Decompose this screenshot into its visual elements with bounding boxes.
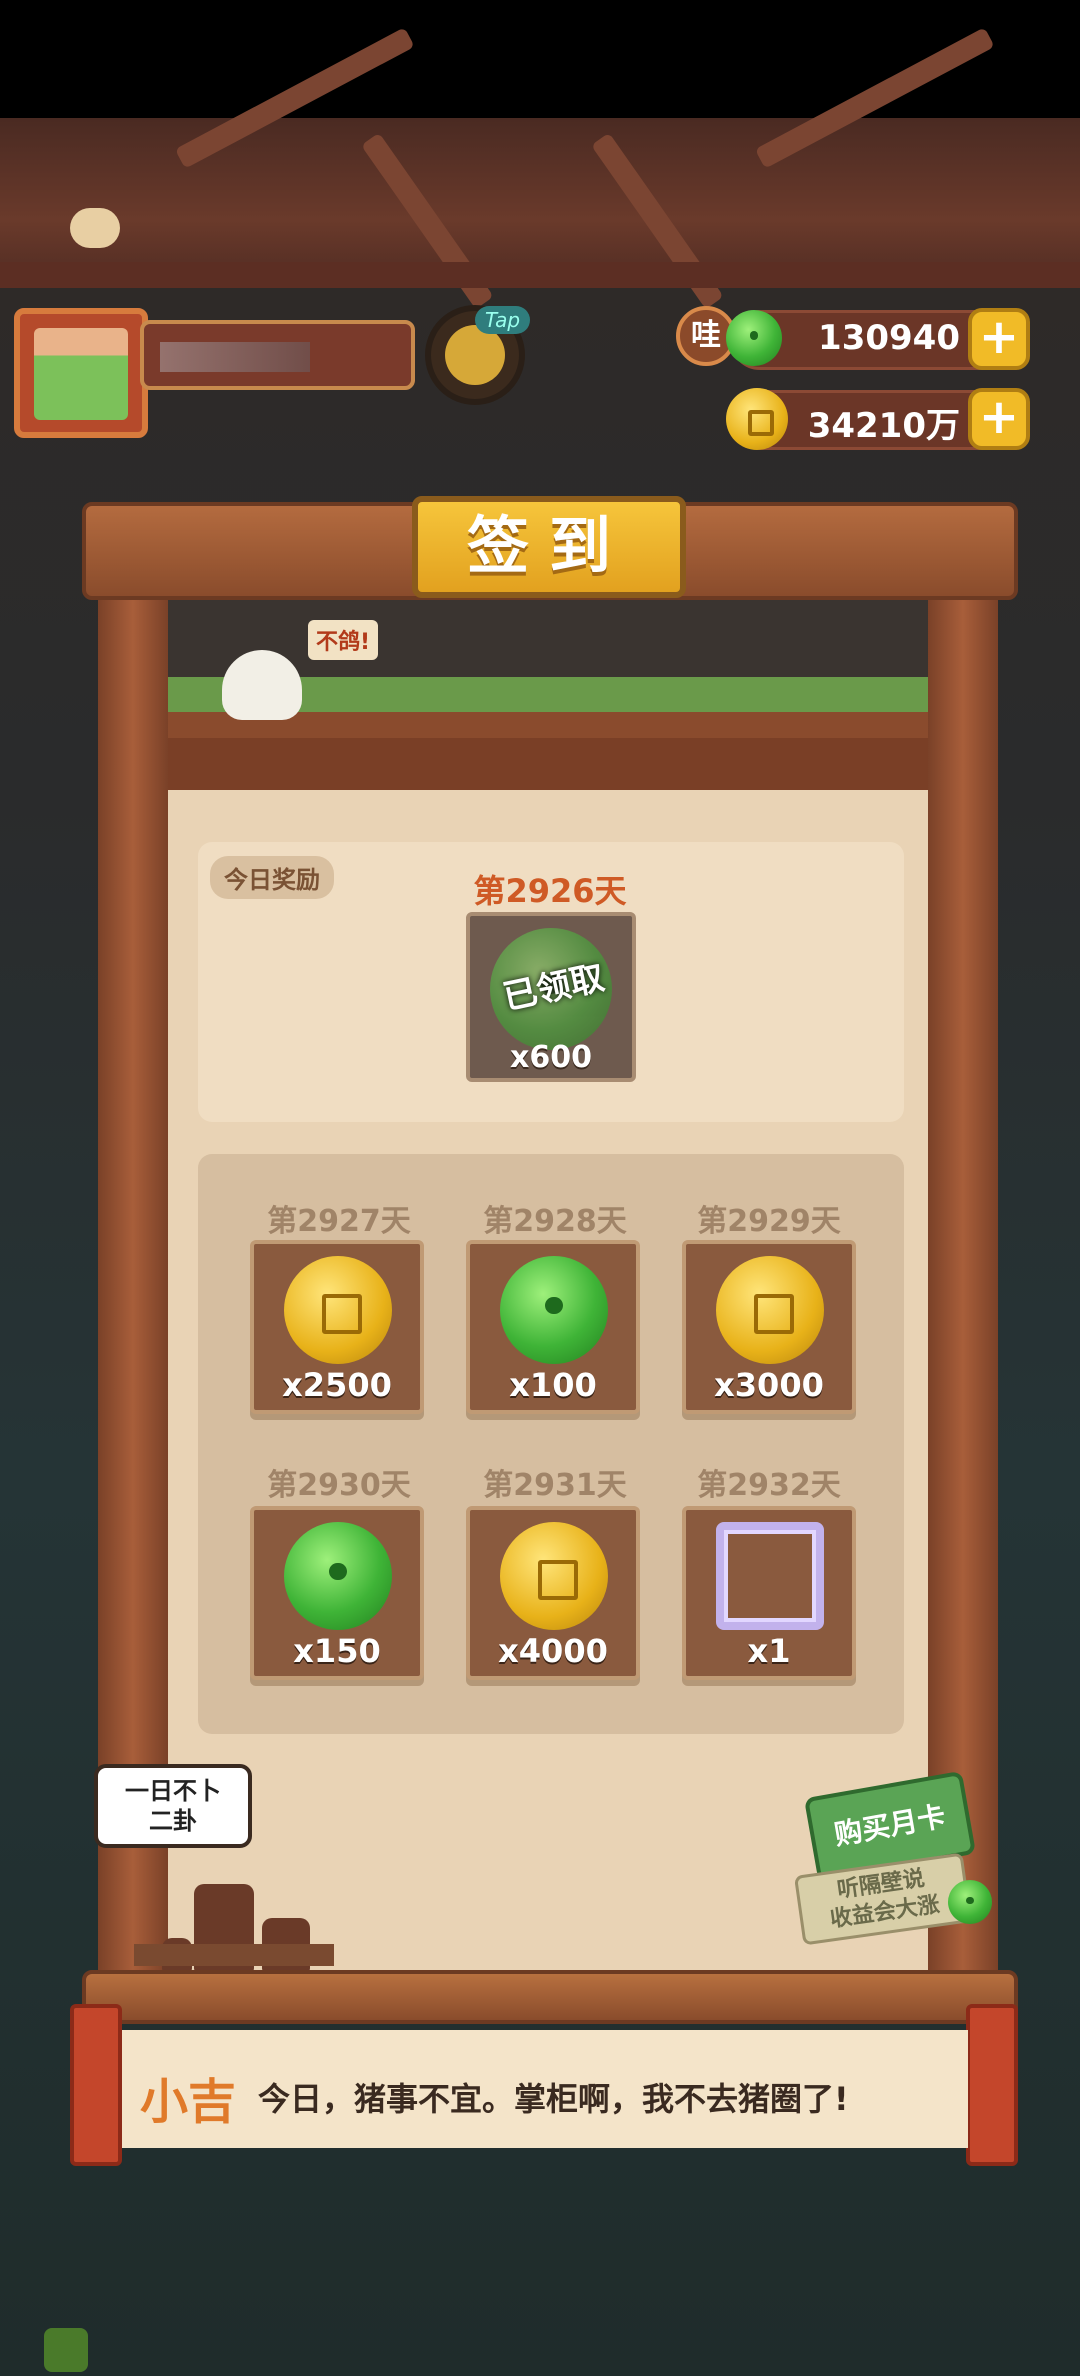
reward-day-label: 第2929天 <box>697 1204 841 1239</box>
player-name-blurred <box>160 342 310 372</box>
reward-qty: x4000 <box>498 1632 608 1670</box>
white-chick-mascot <box>222 650 302 720</box>
add-coin-button[interactable]: + <box>968 388 1030 450</box>
dialogue-speaker: 小吉 <box>140 2074 237 2130</box>
reward-slot[interactable]: x4000 <box>466 1506 640 1680</box>
jade-icon <box>500 1256 608 1364</box>
scroll-end-left <box>70 2004 122 2166</box>
reward-day-label: 第2931天 <box>483 1468 627 1503</box>
fortune-shelf <box>134 1944 334 1966</box>
tap-label: Tap <box>475 306 531 334</box>
dialogue-text: 今日，猪事不宜。掌柜啊，我不去猪圈了! <box>258 2080 849 2118</box>
jade-icon <box>284 1522 392 1630</box>
coin-icon <box>716 1256 824 1364</box>
reward-day-label: 第2927天 <box>267 1204 411 1239</box>
reward-slot[interactable]: x2500 <box>250 1240 424 1414</box>
jade-amount: 130940 <box>818 318 960 358</box>
floor-beam <box>0 262 1080 288</box>
bubble-line: 一日不卜 <box>125 1777 221 1805</box>
player-avatar[interactable] <box>14 308 148 438</box>
reward-qty: x100 <box>509 1366 597 1404</box>
today-reward-tag: 今日奖励 <box>210 856 334 899</box>
today-day-label: 第2926天 <box>473 872 627 910</box>
reward-qty: x1 <box>747 1632 791 1670</box>
coin-icon <box>500 1522 608 1630</box>
reward-qty: x150 <box>293 1632 381 1670</box>
reward-slot[interactable]: x1 <box>682 1506 856 1680</box>
reward-slot[interactable]: x150 <box>250 1506 424 1680</box>
coin-icon <box>284 1256 392 1364</box>
reward-day-label: 第2930天 <box>267 1468 411 1503</box>
chick-speech-tag: 不鸽! <box>308 620 379 660</box>
bubble-line: 二卦 <box>149 1807 197 1835</box>
chick-figure <box>70 208 120 248</box>
shrub-ledge <box>168 738 928 792</box>
corner-menu-icon[interactable] <box>44 2328 88 2372</box>
signin-title: 签到 <box>412 496 686 598</box>
scroll-rod <box>82 1970 1018 2024</box>
add-jade-button[interactable]: + <box>968 308 1030 370</box>
reward-day-label: 第2928天 <box>483 1204 627 1239</box>
board-post-right <box>928 560 998 1980</box>
avatar-frame-icon <box>716 1522 824 1630</box>
today-reward-qty: x600 <box>510 1040 592 1075</box>
reward-slot[interactable]: x100 <box>466 1240 640 1414</box>
reward-qty: x3000 <box>714 1366 824 1404</box>
jade-icon <box>948 1880 992 1924</box>
scroll-end-right <box>966 2004 1018 2166</box>
reward-slot[interactable]: x3000 <box>682 1240 856 1414</box>
reward-qty: x2500 <box>282 1366 392 1404</box>
reward-day-label: 第2932天 <box>697 1468 841 1503</box>
coin-amount: 34210万 <box>807 406 960 446</box>
coin-icon <box>726 388 788 450</box>
fortune-speech-bubble: 一日不卜 二卦 <box>94 1764 252 1848</box>
jade-icon <box>726 310 782 366</box>
